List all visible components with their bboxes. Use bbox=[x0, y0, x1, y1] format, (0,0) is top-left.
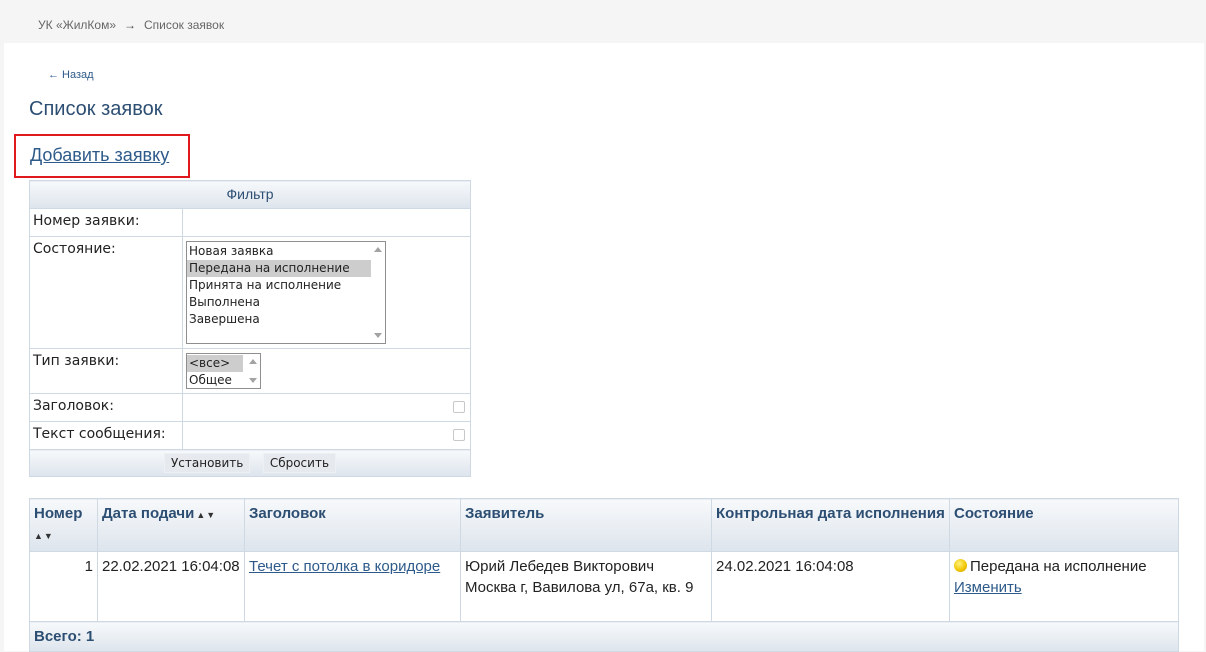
breadcrumb-current: Список заявок bbox=[144, 18, 225, 32]
state-option[interactable]: Завершена bbox=[187, 311, 385, 328]
filter-type-label: Тип заявки: bbox=[29, 348, 183, 394]
state-listbox[interactable]: Новая заявка Передана на исполнение Прин… bbox=[186, 241, 386, 344]
column-title[interactable]: Заголовок bbox=[244, 498, 461, 552]
cell-number: 1 bbox=[29, 551, 98, 622]
filter-state-label: Состояние: bbox=[29, 236, 183, 349]
top-bar: УК «ЖилКом» → Список заявок bbox=[0, 0, 1206, 43]
reset-filter-button[interactable]: Сбросить bbox=[262, 453, 337, 473]
scroll-up-icon[interactable] bbox=[249, 359, 257, 364]
column-deadline[interactable]: Контрольная дата исполнения bbox=[711, 498, 950, 552]
column-date-label: Дата подачи bbox=[102, 505, 195, 522]
state-listbox-scrollbar[interactable] bbox=[371, 242, 385, 343]
cell-state: Передана на исполнение Изменить bbox=[949, 551, 1179, 622]
scroll-down-icon[interactable] bbox=[249, 378, 257, 383]
state-option[interactable]: Новая заявка bbox=[187, 243, 385, 260]
filter-number-label: Номер заявки: bbox=[29, 208, 183, 237]
scroll-up-icon[interactable] bbox=[374, 247, 382, 252]
filter-number-field[interactable] bbox=[182, 208, 471, 237]
total-count: Всего: 1 bbox=[29, 621, 1179, 652]
request-title-link[interactable]: Течет с потолка в коридоре bbox=[249, 558, 440, 575]
state-option[interactable]: Выполнена bbox=[187, 294, 385, 311]
filter-text-label: Текст сообщения: bbox=[29, 421, 183, 450]
sort-icon[interactable]: ▲▼ bbox=[34, 526, 54, 547]
highlight-box: Добавить заявку bbox=[14, 134, 190, 178]
state-option-selected[interactable]: Передана на исполнение bbox=[187, 260, 385, 277]
cell-title: Течет с потолка в коридоре bbox=[244, 551, 461, 622]
apply-filter-button[interactable]: Установить bbox=[163, 453, 251, 473]
scroll-down-icon[interactable] bbox=[374, 333, 382, 338]
filter-header: Фильтр bbox=[29, 180, 471, 209]
cell-applicant: Юрий Лебедев Викторович Москва г, Вавилов… bbox=[460, 551, 712, 622]
text-checkbox[interactable] bbox=[453, 429, 465, 441]
column-number[interactable]: Номер ▲▼ bbox=[29, 498, 98, 552]
table-header-row: Номер ▲▼ Дата подачи ▲▼ Заголовок Заявител… bbox=[29, 498, 1179, 552]
total-row: Всего: 1 bbox=[29, 621, 1179, 652]
title-checkbox[interactable] bbox=[453, 401, 465, 413]
filter-text-field[interactable] bbox=[182, 421, 471, 450]
state-text: Передана на исполнение bbox=[970, 558, 1147, 575]
filter-title-label: Заголовок: bbox=[29, 393, 183, 422]
column-applicant[interactable]: Заявитель bbox=[460, 498, 712, 552]
type-option-selected[interactable]: <все> bbox=[187, 355, 243, 372]
back-link[interactable]: ← Назад bbox=[48, 69, 94, 81]
filter-table: Фильтр Номер заявки: Состояние: Новая за… bbox=[29, 180, 471, 477]
breadcrumb-separator: → bbox=[124, 18, 136, 32]
sort-icon[interactable]: ▲▼ bbox=[196, 505, 216, 526]
applicant-address: Москва г, Вавилова ул, 67а, кв. 9 bbox=[465, 579, 694, 596]
page-title: Список заявок bbox=[29, 98, 163, 120]
state-option[interactable]: Принята на исполнение bbox=[187, 277, 385, 294]
type-listbox-scrollbar[interactable] bbox=[246, 354, 260, 388]
filter-title-field[interactable] bbox=[182, 393, 471, 422]
main-content: ← Назад Список заявок Добавить заявку Фи… bbox=[4, 43, 1204, 652]
applicant-name: Юрий Лебедев Викторович bbox=[465, 558, 655, 575]
column-date[interactable]: Дата подачи ▲▼ bbox=[97, 498, 245, 552]
table-row: 1 22.02.2021 16:04:08 Течет с потолка в … bbox=[29, 551, 1179, 622]
status-dot-icon bbox=[954, 559, 967, 572]
cell-date: 22.02.2021 16:04:08 bbox=[97, 551, 245, 622]
add-request-link[interactable]: Добавить заявку bbox=[30, 145, 169, 166]
edit-link[interactable]: Изменить bbox=[954, 579, 1022, 596]
cell-deadline: 24.02.2021 16:04:08 bbox=[711, 551, 950, 622]
requests-table: Номер ▲▼ Дата подачи ▲▼ Заголовок Заявител… bbox=[29, 498, 1179, 652]
breadcrumb: УК «ЖилКом» → Список заявок bbox=[38, 18, 224, 32]
breadcrumb-org-link[interactable]: УК «ЖилКом» bbox=[38, 18, 116, 32]
filter-buttons: Установить Сбросить bbox=[29, 449, 471, 477]
column-number-label: Номер bbox=[34, 505, 83, 522]
type-listbox[interactable]: <все> Общее bbox=[186, 353, 261, 389]
column-state[interactable]: Состояние bbox=[949, 498, 1179, 552]
